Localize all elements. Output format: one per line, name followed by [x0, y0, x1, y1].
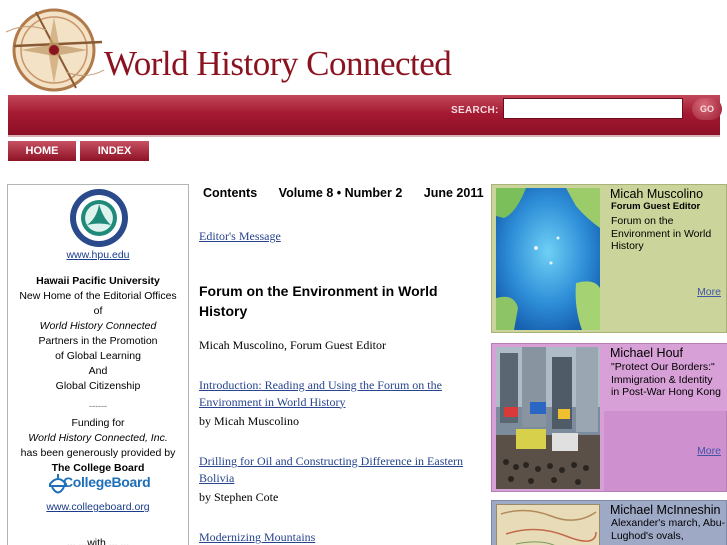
sidebar-line: has been generously provided by	[20, 447, 176, 459]
card-author-name: Michael Houf	[610, 346, 683, 360]
article-author: by Stephen Cote	[199, 490, 279, 504]
sidebar-line: Funding for	[71, 417, 125, 429]
funding-org: World History Connected, Inc.	[28, 432, 168, 444]
card-banner: Michael Houf "Protect Our Borders:" Immi…	[604, 344, 727, 411]
hpu-name: Hawaii Pacific University	[36, 275, 160, 287]
article-link[interactable]: Modernizing Mountains	[199, 529, 477, 545]
card-description: "Protect Our Borders:" Immigration & Ide…	[611, 361, 721, 398]
site-header: World History Connected	[0, 0, 727, 95]
feature-card: Michael Houf "Protect Our Borders:" Immi…	[491, 343, 727, 492]
feature-card: Michael McInneshin Alexander's march, Ab…	[491, 500, 727, 545]
nav-home-button[interactable]: HOME	[8, 141, 76, 161]
go-button[interactable]: GO	[692, 98, 722, 120]
sidebar-line: Global Citizenship	[55, 380, 141, 392]
sidebar-line: And	[88, 365, 108, 377]
collegeboard-link[interactable]: www.collegeboard.org	[8, 500, 188, 515]
issue-header: Contents Volume 8 • Number 2 June 2011	[203, 186, 484, 200]
article-link[interactable]: Introduction: Reading and Using the Foru…	[199, 377, 477, 410]
card-role: Forum Guest Editor	[611, 201, 701, 212]
card-more-link[interactable]: More	[697, 286, 721, 298]
card-more-link[interactable]: More	[697, 445, 721, 457]
search-bar: SEARCH: GO	[8, 95, 722, 137]
collegeboard-logo-text: CollegeBoard	[63, 474, 151, 490]
contents-label: Contents	[203, 186, 258, 200]
compass-logo-icon	[6, 8, 105, 92]
card-author-name: Micah Muscolino	[610, 187, 704, 201]
article-author: by Micah Muscolino	[199, 414, 299, 428]
sidebar-line: Partners in the Promotion	[38, 335, 158, 347]
search-input[interactable]	[503, 98, 683, 119]
ocean-map-image[interactable]	[496, 188, 600, 330]
site-title: World History Connected	[104, 44, 452, 83]
card-description: Alexander's march, Abu-Lughod's ovals,	[611, 517, 726, 542]
card-description: Forum on the Environment in World Histor…	[611, 215, 712, 252]
card-author-name: Michael McInneshin	[610, 503, 721, 517]
hpu-info: Hawaii Pacific University New Home of th…	[8, 274, 188, 476]
sidebar-line: of Global Learning	[55, 350, 141, 362]
historical-map-image[interactable]	[496, 504, 600, 545]
volume-label: Volume 8 • Number 2	[278, 186, 403, 200]
editors-message-link[interactable]: Editor's Message	[199, 228, 477, 245]
hpu-link[interactable]: www.hpu.edu	[8, 248, 188, 263]
nav-index-button[interactable]: INDEX	[80, 141, 149, 161]
forum-editor: Micah Muscolino, Forum Guest Editor	[199, 338, 386, 352]
article-link[interactable]: Drilling for Oil and Constructing Differ…	[199, 453, 477, 486]
collegeboard-logo[interactable]: CollegeBoard	[46, 471, 156, 499]
feature-card: Micah Muscolino Forum Guest Editor Forum…	[491, 184, 727, 333]
sidebar-line: of	[93, 305, 103, 317]
hong-kong-street-image[interactable]	[496, 347, 600, 489]
left-sidebar: www.hpu.edu Hawaii Pacific University Ne…	[7, 184, 189, 545]
issue-date: June 2011	[423, 186, 484, 200]
sidebar-line: New Home of the Editorial Offices	[19, 290, 177, 302]
divider: ------	[89, 401, 107, 411]
sidebar-trailing-text: ... ...with ... ...	[66, 537, 130, 545]
whc-name: World History Connected	[39, 320, 157, 332]
forum-heading: Forum on the Environment in World Histor…	[199, 283, 438, 319]
search-label: SEARCH:	[451, 105, 499, 116]
hpu-seal-icon[interactable]	[69, 188, 129, 248]
